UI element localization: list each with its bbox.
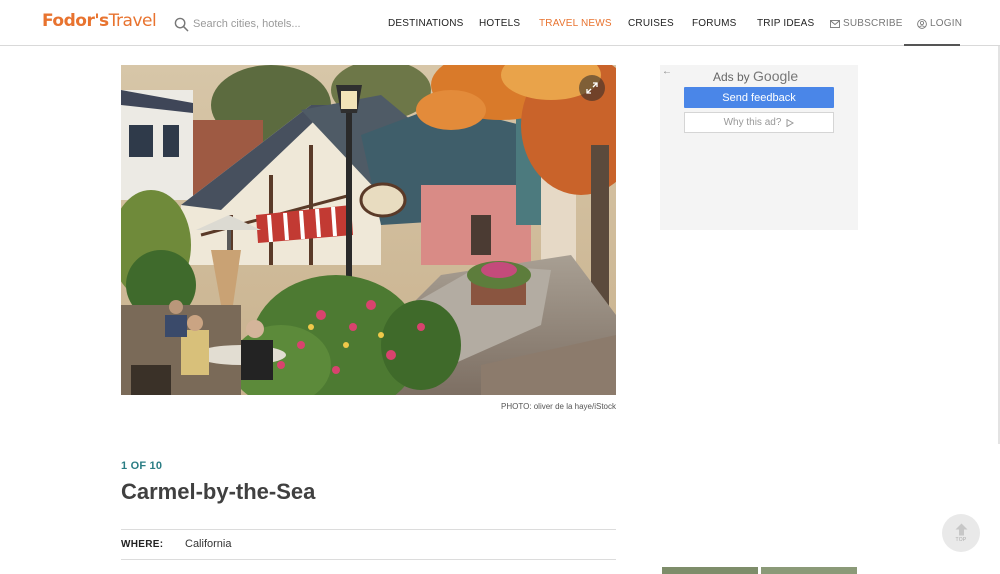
hero-photo[interactable] xyxy=(121,65,616,395)
search-icon xyxy=(174,17,189,31)
back-to-top-label: TOP xyxy=(955,537,967,543)
nav-destinations[interactable]: DESTINATIONS xyxy=(388,18,464,29)
search-bar[interactable] xyxy=(174,14,333,34)
where-value: California xyxy=(185,538,232,550)
back-to-top-button[interactable]: TOP xyxy=(942,514,980,552)
nav-forums[interactable]: FORUMS xyxy=(692,18,737,29)
page-title: Carmel-by-the-Sea xyxy=(121,479,316,504)
subscribe-label: SUBSCRIBE xyxy=(843,18,903,29)
divider xyxy=(121,559,616,560)
expand-icon xyxy=(586,82,598,94)
arrow-up-icon xyxy=(955,523,967,536)
subscribe-link[interactable]: SUBSCRIBE xyxy=(830,18,903,29)
expand-photo-button[interactable] xyxy=(579,75,605,101)
why-this-ad-button[interactable]: Why this ad? xyxy=(684,112,834,133)
send-feedback-button[interactable]: Send feedback xyxy=(684,87,834,108)
village-street-illustration xyxy=(121,65,616,395)
login-link[interactable]: LOGIN xyxy=(917,18,962,29)
why-this-ad-label: Why this ad? xyxy=(723,117,782,128)
envelope-icon xyxy=(830,19,840,28)
thumbnail-image[interactable] xyxy=(662,567,758,574)
header-accent-line xyxy=(904,44,960,46)
login-label: LOGIN xyxy=(930,18,963,29)
slide-counter: 1 OF 10 xyxy=(121,460,163,472)
nav-travel-news[interactable]: TRAVEL NEWS xyxy=(539,18,612,29)
where-label: WHERE: xyxy=(121,539,164,550)
thumbnail-image[interactable] xyxy=(761,567,857,574)
divider xyxy=(121,529,616,530)
play-triangle-icon xyxy=(786,118,795,127)
ads-by-google: Ads by Google xyxy=(713,68,799,84)
photo-credit: PHOTO: oliver de la haye/iStock xyxy=(500,402,616,411)
nav-cruises[interactable]: CRUISES xyxy=(628,18,674,29)
back-arrow-icon[interactable]: ← xyxy=(662,66,672,77)
user-circle-icon xyxy=(917,18,927,29)
nav-trip-ideas[interactable]: TRIP IDEAS xyxy=(757,18,814,29)
site-logo[interactable]: Fodor'sTravel xyxy=(42,11,157,31)
nav-hotels[interactable]: HOTELS xyxy=(479,18,520,29)
site-header: Fodor'sTravel DESTINATIONS HOTELS TRAVEL… xyxy=(0,0,1000,46)
search-input[interactable] xyxy=(193,18,333,30)
